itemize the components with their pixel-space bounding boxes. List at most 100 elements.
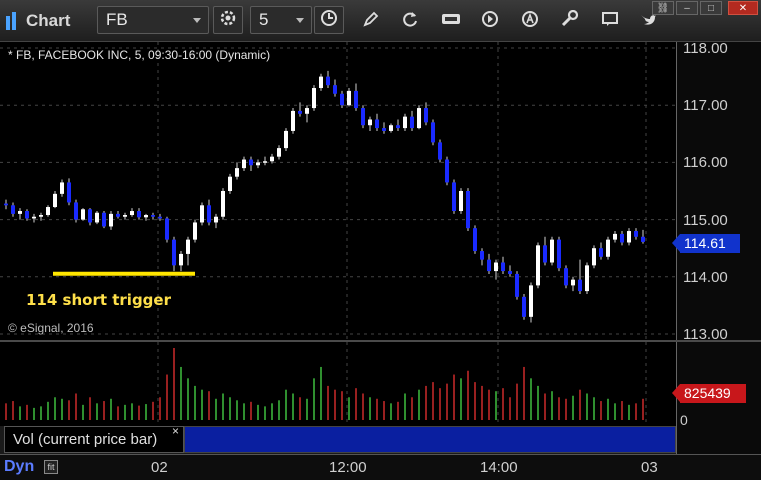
candle-body — [165, 218, 169, 240]
candle-body — [340, 93, 344, 106]
candle-body — [116, 213, 120, 217]
candle-body — [620, 233, 624, 243]
chat-icon[interactable] — [599, 8, 621, 30]
trigger-annotation: 114 short trigger — [26, 291, 171, 309]
link-window-button[interactable]: ⛓ — [652, 1, 674, 15]
volume-zero-label: 0 — [680, 412, 688, 428]
candle-body — [557, 239, 561, 269]
time-tick: 02 — [151, 459, 168, 476]
candle-body — [326, 76, 330, 86]
data-icon[interactable] — [440, 8, 462, 30]
play-icon[interactable] — [479, 8, 501, 30]
price-tick: 116.00 — [683, 154, 728, 171]
candle-body — [74, 202, 78, 220]
candle-body — [11, 205, 15, 214]
volume-badge: 825439 — [672, 384, 746, 403]
candle-body — [186, 239, 190, 254]
close-icon[interactable]: × — [172, 419, 179, 444]
settings-icon — [219, 9, 237, 32]
chart-settings-button[interactable] — [213, 6, 243, 34]
candle-body — [389, 125, 393, 131]
volume-pane[interactable] — [0, 342, 676, 426]
candle-body — [158, 216, 162, 219]
candle-body — [452, 182, 456, 212]
fit-toggle[interactable]: fit — [44, 460, 58, 474]
candle-body — [410, 116, 414, 129]
candle-body — [305, 108, 309, 114]
candle-body — [466, 191, 470, 229]
volume-study-bar — [184, 426, 676, 453]
candle-body — [109, 213, 113, 227]
chevron-down-icon[interactable] — [296, 18, 304, 23]
candle-body — [81, 209, 85, 220]
candle-body — [473, 228, 477, 252]
maximize-icon: □ — [707, 2, 715, 14]
symbol-input[interactable]: FB — [97, 6, 209, 34]
candle-body — [431, 122, 435, 143]
price-tick: 118.00 — [683, 40, 728, 57]
candle-body — [144, 215, 148, 218]
candle-body — [221, 191, 225, 217]
candle-body — [130, 211, 134, 216]
volume-chart-svg — [5, 342, 647, 426]
candle-body — [60, 182, 64, 194]
candle-body — [88, 209, 92, 223]
candle-body — [396, 125, 400, 129]
candle-body — [32, 216, 36, 219]
candle-body — [361, 108, 365, 126]
interval-clock-button[interactable] — [314, 6, 344, 34]
candle-body — [501, 262, 505, 272]
candle-body — [536, 245, 540, 286]
candle-body — [634, 231, 638, 237]
interval-input[interactable]: 5 — [250, 6, 312, 34]
refresh-icon[interactable] — [399, 8, 421, 30]
volume-legend-label: Vol (current price bar) — [13, 431, 158, 448]
candle-body — [417, 108, 421, 129]
candle-body — [4, 203, 8, 206]
close-icon: ✕ — [738, 2, 748, 14]
candle-body — [529, 285, 533, 317]
time-tick: 12:00 — [329, 459, 367, 476]
candle-body — [564, 268, 568, 286]
candle-body — [333, 85, 337, 94]
candle-body — [641, 236, 645, 242]
candle-body — [550, 239, 554, 263]
interval-value: 5 — [259, 10, 269, 29]
candle-body — [445, 159, 449, 183]
price-axis[interactable]: 118.00 117.00 116.00 115.00 114.00 113.0… — [676, 40, 761, 343]
candle-body — [613, 233, 617, 240]
candle-body — [627, 231, 631, 243]
chart-app-icon — [6, 12, 20, 30]
time-tick: 03 — [641, 459, 658, 476]
candle-body — [277, 148, 281, 157]
candle-body — [606, 239, 610, 257]
candle-body — [67, 182, 71, 203]
volume-legend[interactable]: Vol (current price bar) × — [4, 424, 184, 453]
text-a-icon[interactable] — [519, 8, 541, 30]
gear-icon[interactable] — [559, 8, 581, 30]
candle-body — [494, 262, 498, 272]
candle-body — [179, 253, 183, 266]
app-title-label: Chart — [26, 11, 71, 30]
close-button[interactable]: ✕ — [728, 1, 758, 15]
candle-body — [599, 248, 603, 257]
candle-body — [543, 245, 547, 263]
candle-body — [319, 76, 323, 89]
candle-body — [459, 191, 463, 212]
candle-body — [123, 215, 127, 217]
symbol-value: FB — [106, 10, 128, 29]
toolbar: Chart FB 5 ⛓ ‒ □ ✕ — [0, 0, 761, 42]
chevron-down-icon[interactable] — [193, 18, 201, 23]
time-axis[interactable]: Dyn fit 02 12:00 14:00 03 — [0, 454, 761, 480]
price-tick: 114.00 — [683, 269, 728, 286]
candle-body — [480, 251, 484, 260]
candle-body — [207, 205, 211, 223]
candle-body — [487, 259, 491, 272]
link-icon: ⛓ — [656, 2, 670, 14]
pencil-icon[interactable] — [360, 8, 382, 30]
candle-body — [291, 110, 295, 131]
maximize-button[interactable]: □ — [700, 1, 722, 15]
minimize-button[interactable]: ‒ — [676, 1, 698, 15]
dynamic-mode-label[interactable]: Dyn — [4, 458, 34, 476]
candle-body — [235, 168, 239, 177]
